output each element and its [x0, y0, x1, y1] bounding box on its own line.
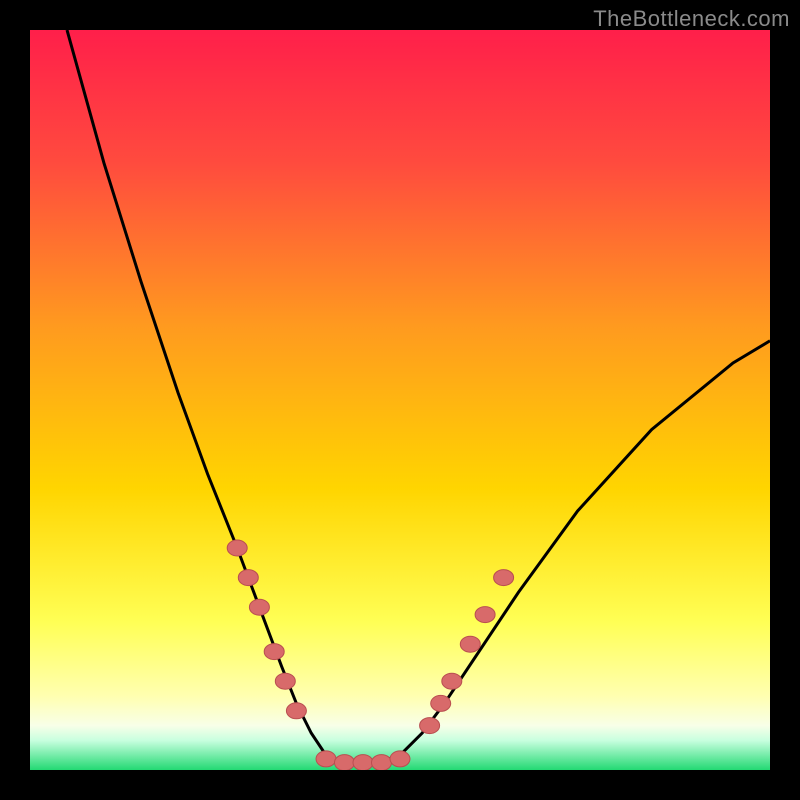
- curve-marker: [475, 607, 495, 623]
- watermark-text: TheBottleneck.com: [593, 6, 790, 32]
- curve-marker: [460, 636, 480, 652]
- curve-marker: [286, 703, 306, 719]
- curve-marker: [442, 673, 462, 689]
- curve-marker: [431, 695, 451, 711]
- chart-frame: [30, 30, 770, 770]
- curve-marker: [420, 718, 440, 734]
- curve-marker: [275, 673, 295, 689]
- curve-marker: [316, 751, 336, 767]
- curve-marker: [264, 644, 284, 660]
- curve-marker: [372, 755, 392, 770]
- curve-marker: [238, 570, 258, 586]
- curve-marker: [353, 755, 373, 770]
- curve-marker: [335, 755, 355, 770]
- curve-marker: [390, 751, 410, 767]
- curve-marker: [494, 570, 514, 586]
- curve-marker: [249, 599, 269, 615]
- bottleneck-chart: [30, 30, 770, 770]
- gradient-background: [30, 30, 770, 770]
- curve-marker: [227, 540, 247, 556]
